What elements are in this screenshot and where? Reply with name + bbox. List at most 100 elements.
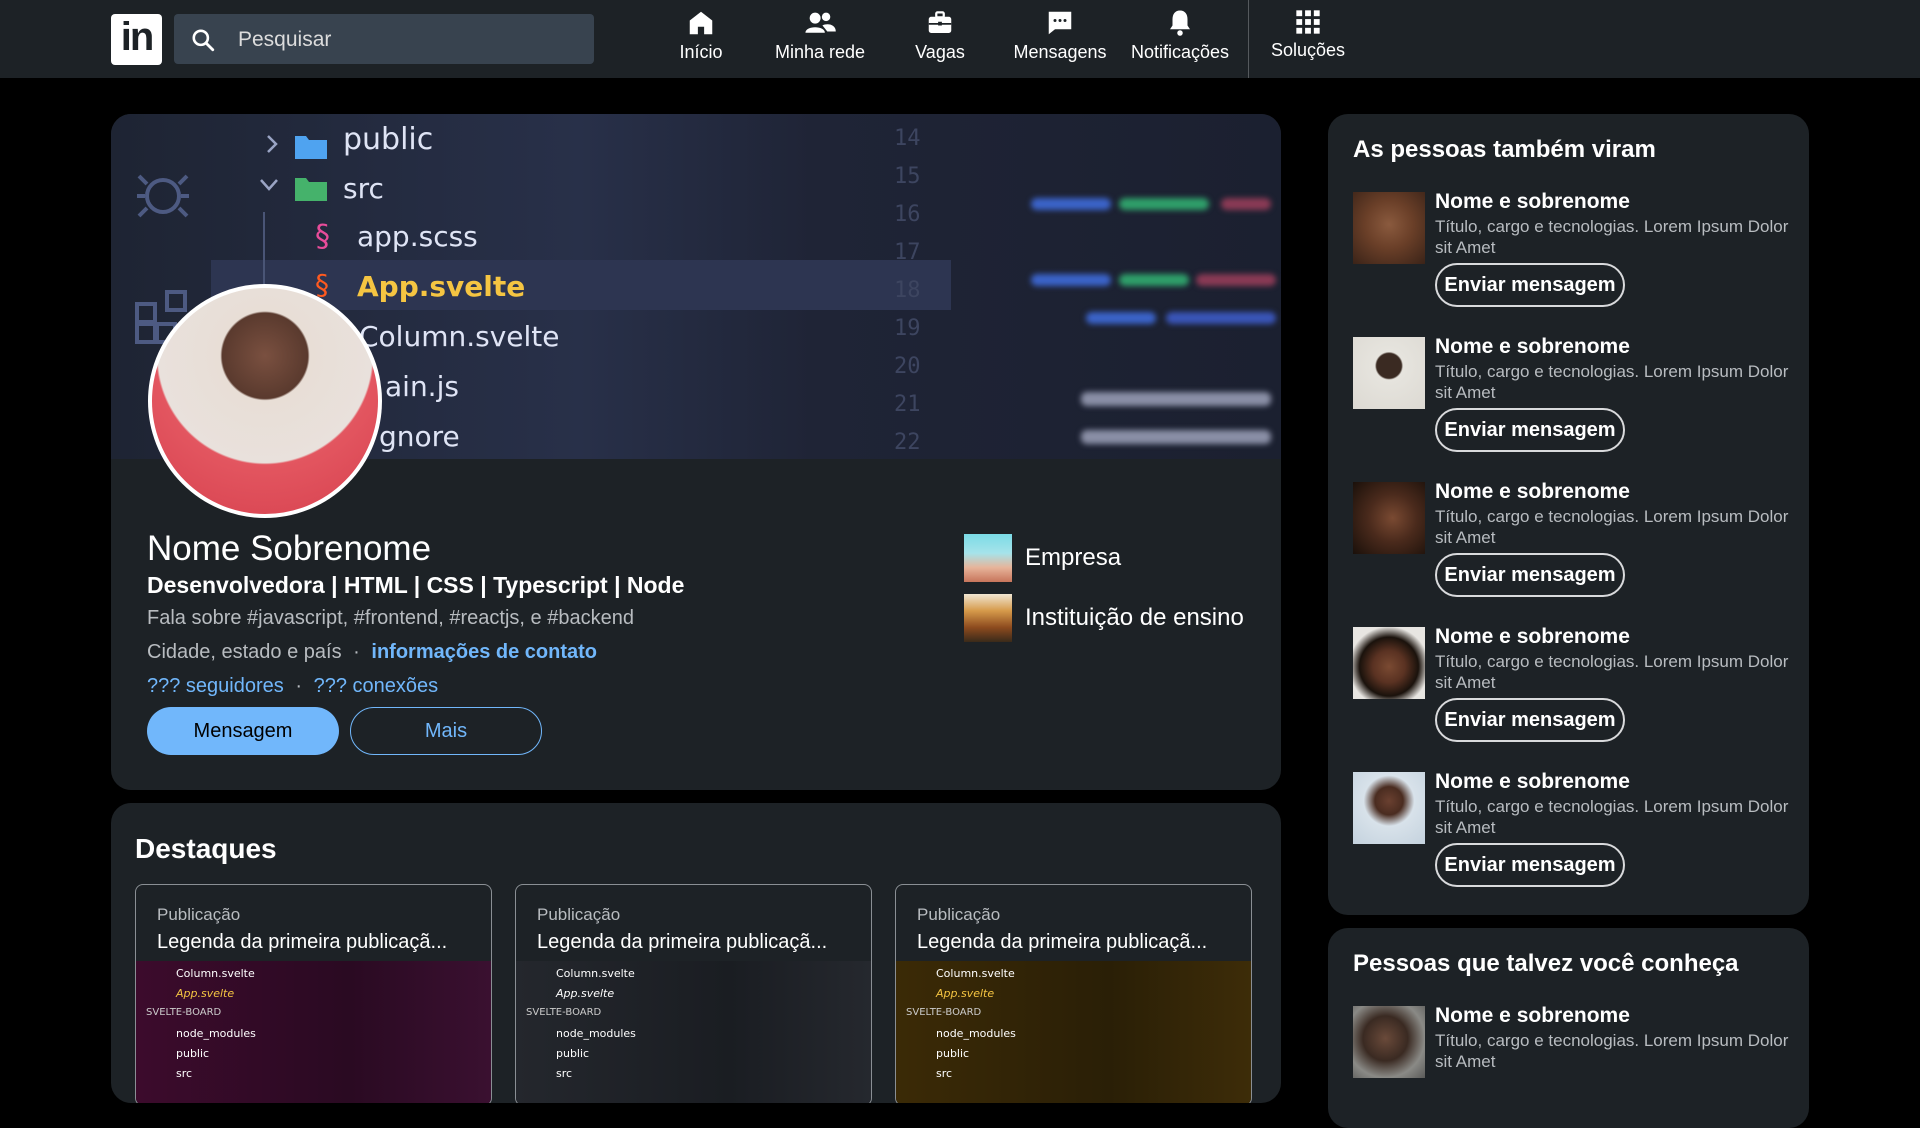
line-number: 15 bbox=[894, 164, 921, 189]
person-name[interactable]: Nome e sobrenome bbox=[1435, 190, 1630, 214]
post-code-line: src bbox=[936, 1067, 953, 1080]
person-name[interactable]: Nome e sobrenome bbox=[1435, 335, 1630, 359]
send-message-button[interactable]: Enviar mensagem bbox=[1435, 408, 1625, 452]
post-code-line: public bbox=[556, 1047, 590, 1060]
person-description: Título, cargo e tecnologias. Lorem Ipsum… bbox=[1435, 797, 1789, 837]
person-item: Nome e sobrenome Título, cargo e tecnolo… bbox=[1353, 184, 1793, 324]
person-description: Título, cargo e tecnologias. Lorem Ipsum… bbox=[1435, 507, 1789, 547]
person-description: Título, cargo e tecnologias. Lorem Ipsum… bbox=[1435, 652, 1789, 692]
nav-home[interactable]: Início bbox=[668, 6, 734, 72]
message-button[interactable]: Mensagem bbox=[147, 707, 339, 755]
top-navbar: in Início Minha rede Vagas Mensagens Not… bbox=[0, 0, 1920, 78]
send-message-button[interactable]: Enviar mensagem bbox=[1435, 843, 1625, 887]
send-message-button[interactable]: Enviar mensagem bbox=[1435, 263, 1625, 307]
person-item: Nome e sobrenome Título, cargo e tecnolo… bbox=[1353, 329, 1793, 469]
line-number: 22 bbox=[894, 430, 921, 455]
line-number: 18 bbox=[894, 278, 921, 303]
post-code-line: public bbox=[936, 1047, 970, 1060]
nav-notifications[interactable]: Notificações bbox=[1126, 6, 1234, 72]
grid-icon bbox=[1296, 10, 1320, 34]
profile-about: Fala sobre #javascript, #frontend, #reac… bbox=[147, 607, 634, 629]
person-item: Nome e sobrenome Título, cargo e tecnolo… bbox=[1353, 998, 1793, 1128]
person-avatar[interactable] bbox=[1353, 1006, 1425, 1078]
messaging-icon bbox=[1048, 11, 1072, 35]
home-icon bbox=[689, 11, 713, 35]
code-blur bbox=[1196, 274, 1276, 286]
nav-network-label: Minha rede bbox=[774, 42, 866, 62]
nav-network[interactable]: Minha rede bbox=[770, 6, 870, 72]
cover-file-public: public bbox=[343, 122, 434, 157]
person-avatar[interactable] bbox=[1353, 627, 1425, 699]
post-code-line: node_modules bbox=[176, 1027, 256, 1040]
send-message-button[interactable]: Enviar mensagem bbox=[1435, 553, 1625, 597]
code-blur bbox=[1086, 312, 1156, 324]
school-logo bbox=[964, 594, 1012, 642]
code-blur bbox=[1081, 392, 1271, 406]
profile-card: public src § app.scss § App.svelte Colum… bbox=[111, 114, 1281, 790]
search-icon bbox=[192, 29, 215, 52]
people-you-may-know-card: Pessoas que talvez você conheça Nome e s… bbox=[1328, 928, 1809, 1128]
person-avatar[interactable] bbox=[1353, 482, 1425, 554]
featured-post[interactable]: Publicação Legenda da primeira publicaçã… bbox=[515, 884, 872, 1103]
line-number: 21 bbox=[894, 392, 921, 417]
separator-dot: · bbox=[353, 641, 360, 663]
code-blur bbox=[1081, 430, 1271, 444]
company-name: Empresa bbox=[1025, 544, 1122, 571]
person-name[interactable]: Nome e sobrenome bbox=[1435, 770, 1630, 794]
post-code-line: SVELTE-BOARD bbox=[146, 1007, 222, 1018]
folder-open-icon bbox=[295, 178, 327, 201]
cover-file-mainjs: ain.js bbox=[385, 370, 459, 403]
chevron-down-icon bbox=[260, 179, 278, 191]
person-name[interactable]: Nome e sobrenome bbox=[1435, 480, 1630, 504]
line-number: 19 bbox=[894, 316, 921, 341]
post-code-line: App.svelte bbox=[556, 987, 615, 1000]
code-blur bbox=[1031, 198, 1111, 210]
post-code-line: node_modules bbox=[936, 1027, 1016, 1040]
more-button[interactable]: Mais bbox=[350, 707, 542, 755]
cover-file-appscss: app.scss bbox=[357, 220, 478, 253]
cover-file-gitignore: gnore bbox=[379, 420, 460, 453]
person-name[interactable]: Nome e sobrenome bbox=[1435, 625, 1630, 649]
location-row: Cidade, estado e país · informações de c… bbox=[147, 641, 597, 664]
nav-jobs-label: Vagas bbox=[915, 42, 965, 62]
post-code-line: App.svelte bbox=[176, 987, 235, 1000]
person-avatar[interactable] bbox=[1353, 192, 1425, 264]
people-also-viewed-title: As pessoas também viram bbox=[1353, 136, 1656, 163]
followers-link[interactable]: ??? seguidores bbox=[147, 675, 284, 697]
person-avatar[interactable] bbox=[1353, 772, 1425, 844]
people-also-viewed-card: As pessoas também viram Nome e sobrenome… bbox=[1328, 114, 1809, 915]
line-number: 17 bbox=[894, 240, 921, 265]
linkedin-logo-icon[interactable]: in bbox=[111, 14, 162, 65]
post-image: Column.svelte App.svelte SVELTE-BOARD no… bbox=[896, 961, 1251, 1103]
person-name[interactable]: Nome e sobrenome bbox=[1435, 1004, 1630, 1028]
profile-avatar[interactable] bbox=[148, 284, 382, 518]
line-number: 16 bbox=[894, 202, 921, 227]
search-bar[interactable] bbox=[174, 14, 594, 66]
post-caption: Legenda da primeira publicaçã... bbox=[157, 931, 448, 953]
post-code-line: public bbox=[176, 1047, 210, 1060]
person-avatar[interactable] bbox=[1353, 337, 1425, 409]
contact-info-link[interactable]: informações de contato bbox=[371, 641, 597, 663]
bug-icon bbox=[137, 174, 189, 218]
connections-link[interactable]: ??? conexões bbox=[314, 675, 439, 697]
person-item: Nome e sobrenome Título, cargo e tecnolo… bbox=[1353, 764, 1793, 904]
nav-jobs[interactable]: Vagas bbox=[906, 6, 974, 72]
company-logo bbox=[964, 534, 1012, 582]
nav-messaging-label: Mensagens bbox=[1013, 42, 1107, 62]
nav-solutions[interactable]: Soluções bbox=[1268, 6, 1348, 72]
featured-post[interactable]: Publicação Legenda da primeira publicaçã… bbox=[135, 884, 492, 1103]
post-kind: Publicação bbox=[537, 905, 621, 924]
person-description: Título, cargo e tecnologias. Lorem Ipsum… bbox=[1435, 362, 1789, 402]
separator-dot: · bbox=[295, 675, 303, 697]
person-description: Título, cargo e tecnologias. Lorem Ipsum… bbox=[1435, 1031, 1789, 1071]
send-message-button[interactable]: Enviar mensagem bbox=[1435, 698, 1625, 742]
nav-notifications-label: Notificações bbox=[1130, 42, 1230, 62]
search-input[interactable] bbox=[236, 14, 580, 66]
featured-post[interactable]: Publicação Legenda da primeira publicaçã… bbox=[895, 884, 1252, 1103]
nav-messaging[interactable]: Mensagens bbox=[1010, 6, 1110, 72]
chevron-right-icon bbox=[267, 135, 278, 153]
post-code-line: App.svelte bbox=[936, 987, 995, 1000]
folder-icon bbox=[295, 136, 327, 159]
profile-name: Nome Sobrenome bbox=[147, 529, 432, 568]
cover-file-column: Column.svelte bbox=[359, 320, 560, 353]
